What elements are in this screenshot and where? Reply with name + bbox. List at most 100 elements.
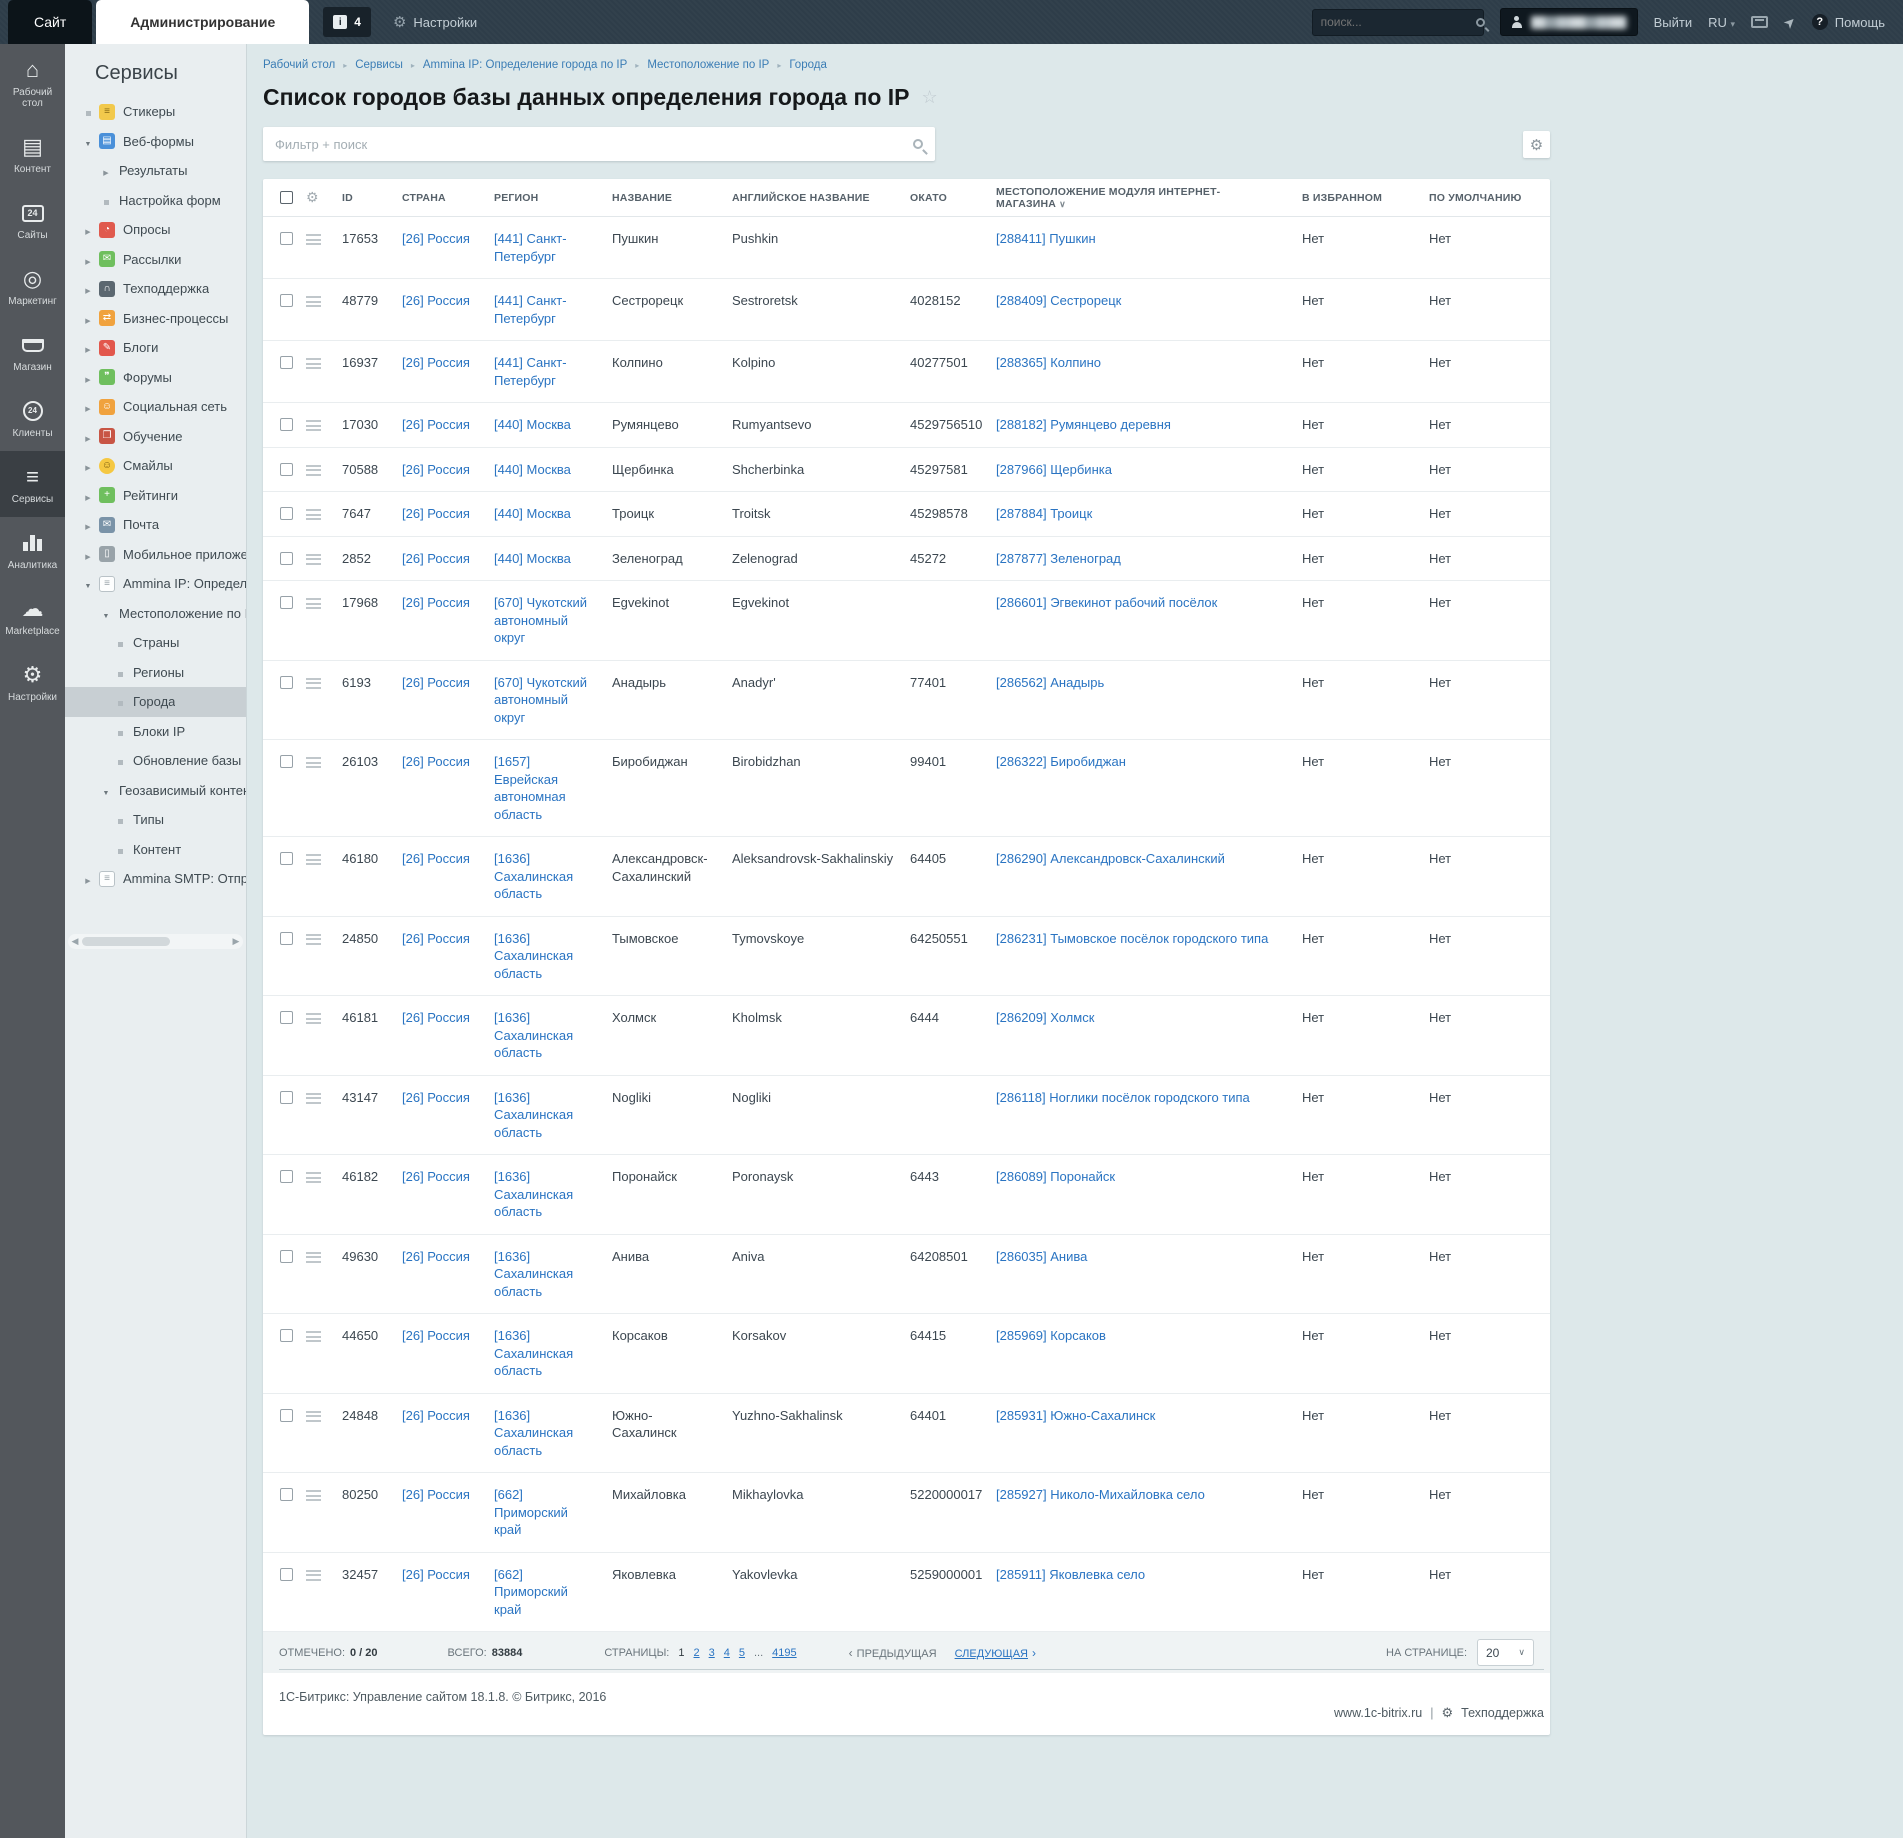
row-checkbox[interactable] [280,1329,293,1342]
cell-location-link[interactable]: [285927] Николо-Михайловка село [996,1486,1302,1504]
cell-location-link[interactable]: [285911] Яковлевка село [996,1566,1302,1584]
row-menu-icon[interactable] [306,1092,321,1107]
prev-page-button[interactable]: ‹ ПРЕДЫДУЩАЯ [845,1646,937,1660]
search-icon[interactable] [1475,17,1485,27]
expand-arrow-icon[interactable] [83,311,93,326]
column-header-6[interactable]: ОКАТО [910,192,996,204]
cell-region-link[interactable]: [670] Чукотский автономный округ [494,594,612,647]
sidebar-item-блоги[interactable]: ✎ Блоги [65,333,246,363]
page-link[interactable]: 5 [739,1647,745,1659]
cell-country-link[interactable]: [26] Россия [402,550,494,568]
row-menu-icon[interactable] [306,1013,321,1027]
breadcrumb-link[interactable]: Города [789,59,827,71]
row-checkbox[interactable] [280,1249,293,1263]
user-menu[interactable] [1499,8,1638,36]
cell-location-link[interactable]: [286290] Александровск-Сахалинский [996,850,1302,868]
cell-location-link[interactable]: [286231] Тымовское посёлок городского ти… [996,930,1302,948]
row-checkbox[interactable] [280,418,293,431]
cell-region-link[interactable]: [441] Санкт-Петербург [494,354,612,389]
cell-region-link[interactable]: [1657] Еврейская автономная область [494,753,612,823]
row-menu-icon[interactable] [306,677,321,692]
sidebar-item-веб-формы[interactable]: ▤ Веб-формы [65,127,246,157]
sidebar-item-настройка-форм[interactable]: Настройка форм [65,186,246,216]
row-menu-icon[interactable] [306,358,321,372]
row-checkbox[interactable] [280,755,293,768]
row-menu-icon[interactable] [306,1490,321,1504]
cell-region-link[interactable]: [1636] Сахалинская область [494,930,612,983]
bitrix-site-link[interactable]: www.1c-bitrix.ru [1334,1706,1422,1720]
row-checkbox[interactable] [280,356,293,369]
column-header-8[interactable]: В ИЗБРАННОМ [1302,192,1429,204]
row-menu-icon[interactable] [306,598,321,612]
cell-location-link[interactable]: [288409] Сестрорецк [996,292,1302,310]
rail-item-аналитика[interactable]: Аналитика [0,517,65,583]
cell-region-link[interactable]: [662] Приморский край [494,1566,612,1619]
page-link[interactable]: 4 [724,1647,730,1659]
cell-region-link[interactable]: [1636] Сахалинская область [494,1168,612,1221]
cell-region-link[interactable]: [1636] Сахалинская область [494,1327,612,1380]
expand-arrow-icon[interactable] [83,370,93,385]
cell-country-link[interactable]: [26] Россия [402,1327,494,1345]
row-checkbox[interactable] [280,1011,293,1024]
rail-item-marketplace[interactable]: ☁ Marketplace [0,583,65,649]
rail-item-магазин[interactable]: Магазин [0,319,65,385]
scrollbar-thumb[interactable] [82,937,170,946]
sidebar-item-обновление-базы[interactable]: Обновление базы [65,746,246,776]
sidebar-item-стикеры[interactable]: ≡ Стикеры [65,97,246,127]
row-checkbox[interactable] [280,507,293,520]
language-select[interactable]: RU ▾ [1708,15,1735,30]
rail-item-сервисы[interactable]: ≡ Сервисы [0,451,65,517]
breadcrumb-link[interactable]: Сервисы [355,59,403,71]
row-menu-icon[interactable] [306,1331,321,1345]
breadcrumb-link[interactable]: Ammina IP: Определение города по IP [423,59,627,71]
select-all-checkbox[interactable] [280,191,293,204]
row-checkbox[interactable] [280,1408,293,1422]
cell-country-link[interactable]: [26] Россия [402,354,494,372]
cell-country-link[interactable]: [26] Россия [402,461,494,479]
grid-settings-button[interactable]: ⚙ [1523,131,1550,158]
cell-location-link[interactable]: [286035] Анива [996,1248,1302,1266]
cell-region-link[interactable]: [441] Санкт-Петербург [494,230,612,265]
sidebar-item-рассылки[interactable]: ✉ Рассылки [65,245,246,275]
row-menu-icon[interactable] [306,1251,321,1266]
expand-arrow-icon[interactable] [83,281,93,296]
column-header-1[interactable]: ID [342,192,402,204]
cell-country-link[interactable]: [26] Россия [402,1407,494,1425]
sidebar-item-контент[interactable]: Контент [65,835,246,865]
cell-region-link[interactable]: [1636] Сахалинская область [494,850,612,903]
row-checkbox[interactable] [280,232,293,245]
sidebar-item-ammina-ip-определение-г[interactable]: ≡ Ammina IP: Определение г [65,569,246,599]
rail-item-контент[interactable]: ▤ Контент [0,121,65,187]
rail-item-настройки[interactable]: ⚙ Настройки [0,649,65,715]
grid-gear-icon[interactable]: ⚙ [306,189,342,206]
topbar-search-input[interactable] [1320,15,1476,29]
row-menu-icon[interactable] [306,1569,321,1584]
cell-region-link[interactable]: [670] Чукотский автономный округ [494,674,612,727]
expand-arrow-icon[interactable] [101,163,111,178]
cell-country-link[interactable]: [26] Россия [402,1486,494,1504]
breadcrumb-link[interactable]: Рабочий стол [263,59,335,71]
expand-arrow-icon[interactable] [83,399,93,414]
expand-arrow-icon[interactable] [83,547,93,562]
cell-region-link[interactable]: [662] Приморский край [494,1486,612,1539]
row-checkbox[interactable] [280,1488,293,1501]
row-menu-icon[interactable] [306,296,321,310]
cell-location-link[interactable]: [286562] Анадырь [996,674,1302,692]
cell-location-link[interactable]: [286601] Эгвекинот рабочий посёлок [996,594,1302,612]
filter-search-input[interactable] [275,136,913,152]
page-link[interactable]: 2 [694,1647,700,1659]
sidebar-item-города[interactable]: Города [65,687,246,717]
collapse-arrow-icon[interactable] [83,134,93,149]
rail-item-рабочий-стол[interactable]: ⌂ Рабочий стол [0,44,65,121]
column-header-3[interactable]: РЕГИОН [494,192,612,204]
cell-region-link[interactable]: [441] Санкт-Петербург [494,292,612,327]
sidebar-item-рейтинги[interactable]: + Рейтинги [65,481,246,511]
cell-country-link[interactable]: [26] Россия [402,850,494,868]
sidebar-item-смайлы[interactable]: ☺ Смайлы [65,451,246,481]
cell-location-link[interactable]: [287966] Щербинка [996,461,1302,479]
row-checkbox[interactable] [280,852,293,865]
cell-location-link[interactable]: [286118] Ноглики посёлок городского типа [996,1089,1302,1107]
cell-country-link[interactable]: [26] Россия [402,292,494,310]
row-menu-icon[interactable] [306,553,321,568]
cell-location-link[interactable]: [285969] Корсаков [996,1327,1302,1345]
